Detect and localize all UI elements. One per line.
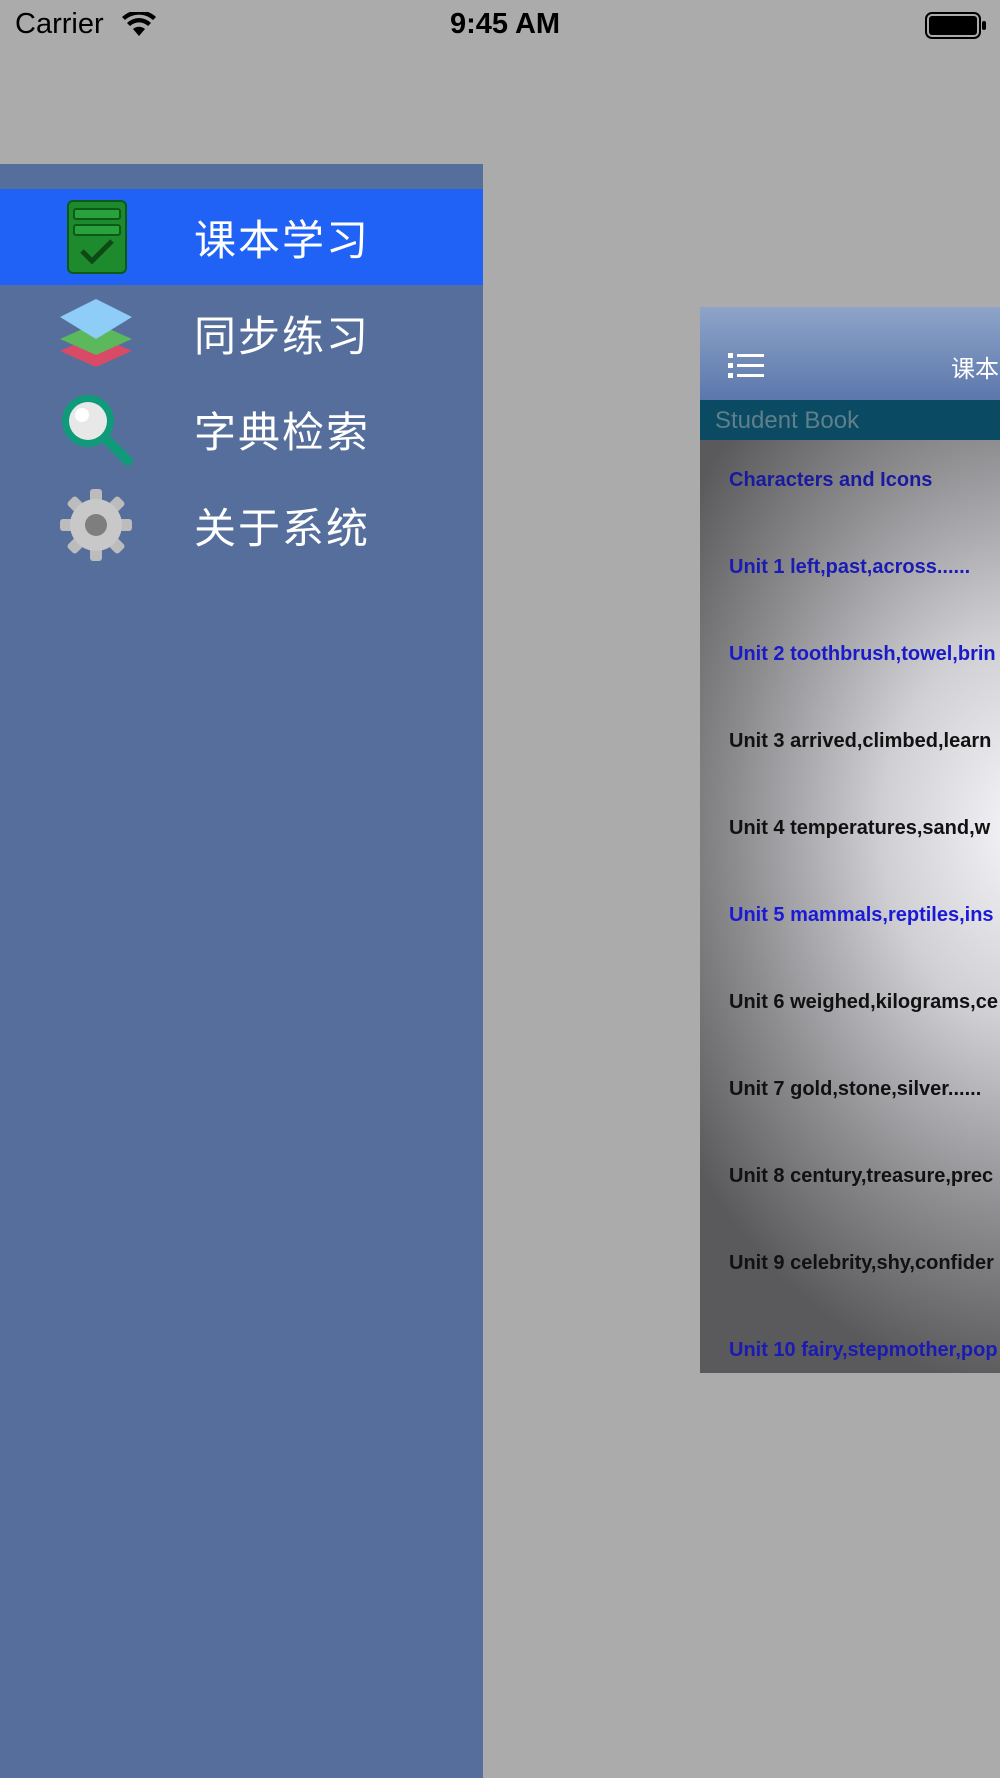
section-title: Student Book <box>715 407 860 434</box>
menu-item-label: 课本学习 <box>194 216 371 265</box>
list-item[interactable]: Unit 7 gold,stone,silver...... <box>729 1078 981 1101</box>
magnifier-icon <box>62 395 133 466</box>
main-content-preview[interactable]: 课本 Student Book Characters and Icons Uni… <box>700 307 1000 1373</box>
list-item[interactable]: Unit 6 weighed,kilograms,ce <box>729 991 998 1014</box>
layers-icon <box>60 299 132 367</box>
status-bar: Carrier 9:45 AM <box>0 0 1000 50</box>
list-item[interactable]: Unit 9 celebrity,shy,confider <box>729 1252 994 1275</box>
menu-item-practice[interactable]: 同步练习 <box>0 285 483 381</box>
menu-item-about[interactable]: 关于系统 <box>0 477 483 573</box>
list-item[interactable]: Unit 5 mammals,reptiles,ins <box>729 904 994 927</box>
list-item[interactable]: Unit 2 toothbrush,towel,brin <box>729 643 996 666</box>
battery-icon <box>925 12 986 39</box>
menu-list-icon[interactable] <box>728 351 764 381</box>
menu-item-label: 字典检索 <box>194 408 371 457</box>
section-header: Student Book <box>700 400 1000 440</box>
nav-bar: 课本 <box>700 307 1000 400</box>
menu-item-textbook[interactable]: 课本学习 <box>0 189 483 285</box>
status-time: 9:45 AM <box>449 8 561 40</box>
menu-item-label: 同步练习 <box>194 312 371 361</box>
textbook-checklist-icon <box>67 200 127 274</box>
list-item[interactable]: Unit 4 temperatures,sand,w <box>729 817 990 840</box>
menu-item-label: 关于系统 <box>194 504 371 553</box>
gear-icon <box>60 489 132 561</box>
list-item[interactable]: Unit 1 left,past,across...... <box>729 556 970 579</box>
menu-item-dictionary[interactable]: 字典检索 <box>0 381 483 477</box>
side-menu: 课本学习 同步练习 字典检索 关于系统 <box>0 164 483 1778</box>
list-item[interactable]: Unit 3 arrived,climbed,learn <box>729 730 991 753</box>
list-item[interactable]: Characters and Icons <box>729 469 932 492</box>
list-item[interactable]: Unit 8 century,treasure,prec <box>729 1165 993 1188</box>
nav-title: 课本 <box>951 355 999 383</box>
list-item[interactable]: Unit 10 fairy,stepmother,pop <box>729 1339 998 1362</box>
